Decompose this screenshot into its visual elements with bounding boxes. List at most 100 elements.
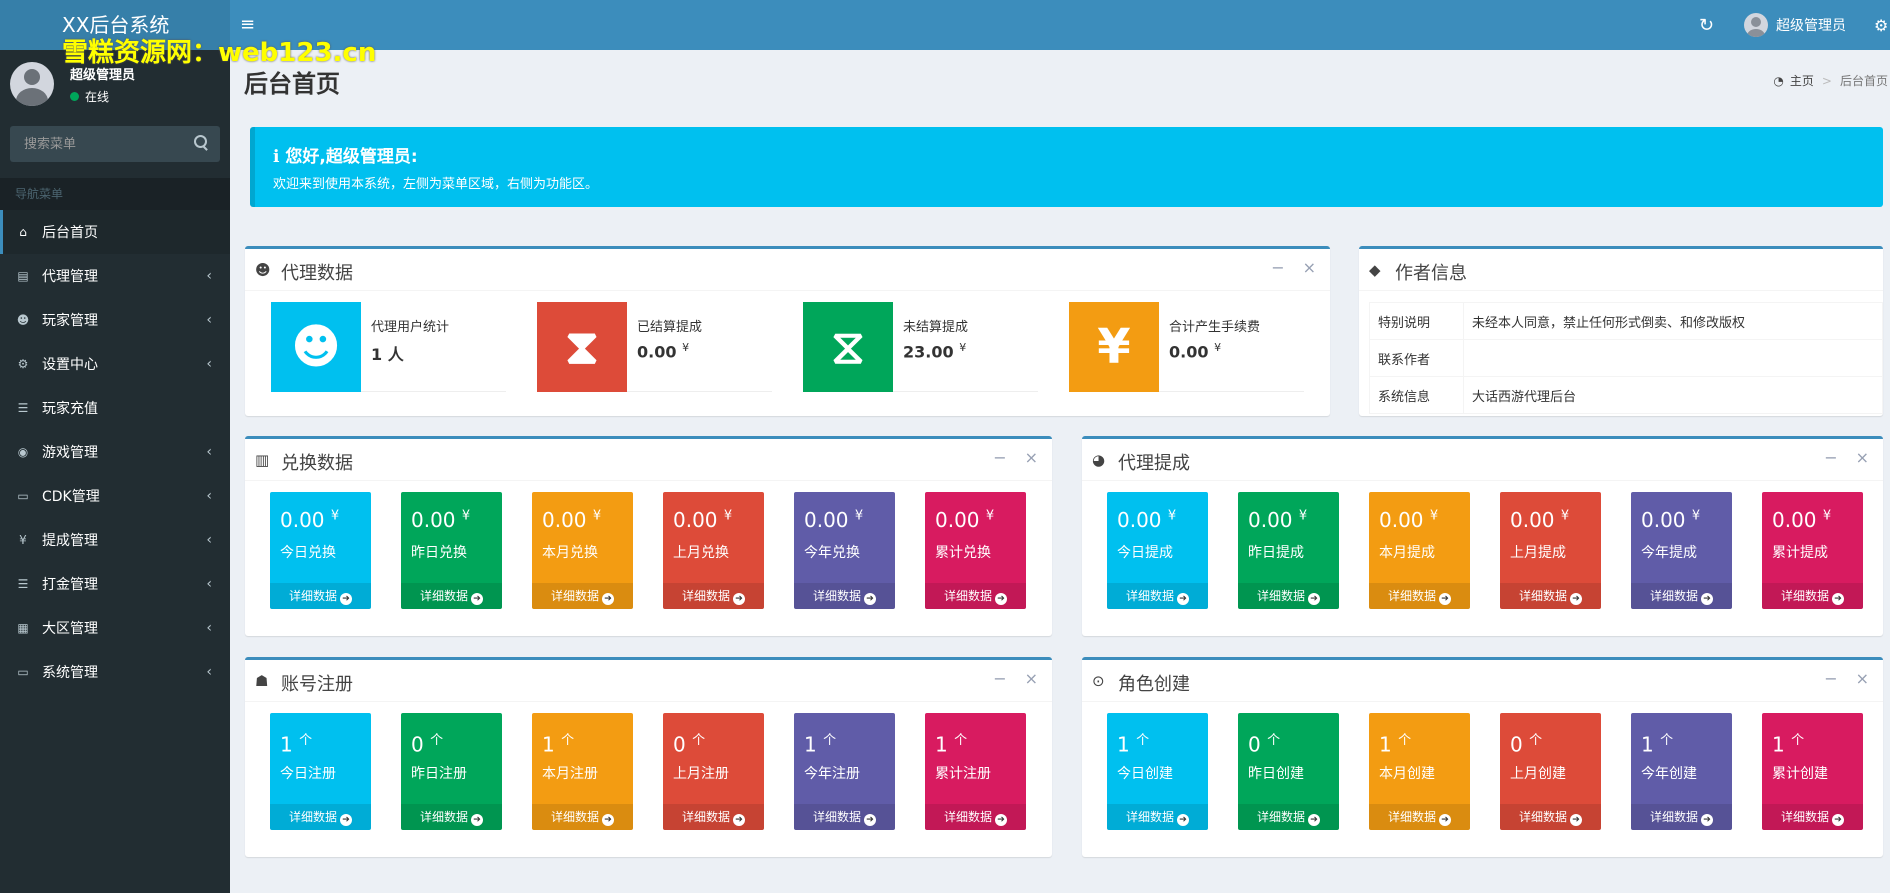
- close-icon[interactable]: ×: [1303, 258, 1316, 277]
- search-icon[interactable]: [194, 135, 208, 151]
- table-value: 大话西游代理后台: [1463, 376, 1883, 414]
- collapse-icon[interactable]: −: [1824, 448, 1837, 467]
- collapse-icon[interactable]: −: [1271, 258, 1284, 277]
- unit-text: 个: [1791, 733, 1805, 748]
- detail-link[interactable]: 详细数据 ➔: [663, 804, 764, 830]
- small-box: 0 个 昨日注册 详细数据 ➔: [401, 713, 502, 830]
- small-box: 1 个 今日注册 详细数据 ➔: [270, 713, 371, 830]
- sidebar-item-label: 代理管理: [42, 269, 98, 285]
- value-text: 0.00: [1641, 508, 1686, 532]
- detail-link[interactable]: 详细数据 ➔: [1369, 804, 1470, 830]
- small-box-value: 0 个: [411, 729, 443, 757]
- user-menu[interactable]: 超级管理员: [1744, 13, 1846, 37]
- small-box-value: 0.00 ¥: [542, 508, 601, 532]
- chevron-left-icon: ‹: [206, 576, 212, 592]
- breadcrumb-separator: >: [1821, 73, 1832, 88]
- arrow-circle-right-icon: ➔: [733, 593, 745, 605]
- unit-text: 个: [692, 733, 706, 748]
- close-icon[interactable]: ×: [1856, 669, 1869, 688]
- detail-link[interactable]: 详细数据 ➔: [1369, 583, 1470, 609]
- author-info-box: ◆ 作者信息 特别说明 未经本人同意，禁止任何形式倒卖、和修改版权 联系作者 系统…: [1359, 246, 1883, 416]
- collapse-icon[interactable]: −: [993, 669, 1006, 688]
- menu-icon: ☰: [17, 577, 29, 591]
- sidebar-item-9[interactable]: ▦ 大区管理 ‹: [0, 606, 230, 650]
- info-box-agent-users: ☻ 代理用户统计 1 人: [271, 302, 506, 392]
- detail-link[interactable]: 详细数据 ➔: [401, 804, 502, 830]
- info-box-value: 1 人: [371, 341, 496, 365]
- detail-label: 详细数据: [1518, 810, 1567, 824]
- detail-link[interactable]: 详细数据 ➔: [1500, 804, 1601, 830]
- unit-text: ¥: [985, 508, 995, 524]
- chevron-left-icon: ‹: [206, 268, 212, 284]
- unit-text: ¥: [461, 508, 471, 524]
- detail-link[interactable]: 详细数据 ➔: [401, 583, 502, 609]
- table-value: [1463, 339, 1883, 377]
- small-box: 0.00 ¥ 本月兑换 详细数据 ➔: [532, 492, 633, 609]
- sidebar-item-3[interactable]: ⚙ 设置中心 ‹: [0, 342, 230, 386]
- sidebar-item-5[interactable]: ◉ 游戏管理 ‹: [0, 430, 230, 474]
- box-header: ⊙ 角色创建 − ×: [1082, 660, 1883, 702]
- unit-text: 个: [299, 733, 313, 748]
- menu-icon: ▭: [17, 665, 29, 679]
- dashboard-icon: ◔: [1773, 73, 1784, 88]
- small-box-label: 本月注册: [542, 766, 598, 782]
- close-icon[interactable]: ×: [1856, 448, 1869, 467]
- table-value: 未经本人同意，禁止任何形式倒卖、和修改版权: [1463, 302, 1883, 340]
- collapse-icon[interactable]: −: [993, 448, 1006, 467]
- close-icon[interactable]: ×: [1025, 669, 1038, 688]
- detail-link[interactable]: 详细数据 ➔: [1238, 583, 1339, 609]
- sidebar-item-7[interactable]: ¥ 提成管理 ‹: [0, 518, 230, 562]
- sidebar-item-10[interactable]: ▭ 系统管理 ‹: [0, 650, 230, 694]
- small-box: 0.00 ¥ 本月提成 详细数据 ➔: [1369, 492, 1470, 609]
- detail-link[interactable]: 详细数据 ➔: [794, 583, 895, 609]
- info-box-value: 23.00 ¥: [903, 341, 1028, 361]
- small-box-label: 上月创建: [1510, 766, 1566, 782]
- sidebar-item-0[interactable]: ⌂ 后台首页: [0, 210, 230, 254]
- sidebar-search: [10, 126, 220, 162]
- detail-link[interactable]: 详细数据 ➔: [1238, 804, 1339, 830]
- small-box: 0.00 ¥ 今日兑换 详细数据 ➔: [270, 492, 371, 609]
- detail-link[interactable]: 详细数据 ➔: [1631, 583, 1732, 609]
- refresh-icon[interactable]: ↻: [1699, 15, 1714, 36]
- search-input[interactable]: [10, 126, 180, 162]
- info-box-value: 0.00 ¥: [637, 341, 762, 361]
- detail-link[interactable]: 详细数据 ➔: [925, 583, 1026, 609]
- box-header: ◆ 作者信息: [1359, 249, 1883, 291]
- detail-link[interactable]: 详细数据 ➔: [532, 583, 633, 609]
- close-icon[interactable]: ×: [1025, 448, 1038, 467]
- detail-link[interactable]: 详细数据 ➔: [1107, 804, 1208, 830]
- small-box-label: 本月创建: [1379, 766, 1435, 782]
- value-text: 1: [1772, 732, 1785, 757]
- breadcrumb-home[interactable]: 主页: [1790, 72, 1814, 89]
- detail-label: 详细数据: [1125, 589, 1174, 603]
- box-tools: − ×: [1253, 258, 1316, 277]
- sidebar-item-1[interactable]: ▤ 代理管理 ‹: [0, 254, 230, 298]
- small-box-label: 上月提成: [1510, 545, 1566, 561]
- detail-link[interactable]: 详细数据 ➔: [1107, 583, 1208, 609]
- gears-icon[interactable]: ⚙: [1874, 16, 1890, 35]
- sidebar-item-8[interactable]: ☰ 打金管理 ‹: [0, 562, 230, 606]
- detail-link[interactable]: 详细数据 ➔: [1762, 583, 1863, 609]
- value-text: 0.00: [1510, 508, 1555, 532]
- info-box-value: 0.00 ¥: [1169, 341, 1294, 361]
- detail-link[interactable]: 详细数据 ➔: [1500, 583, 1601, 609]
- detail-link[interactable]: 详细数据 ➔: [794, 804, 895, 830]
- detail-link[interactable]: 详细数据 ➔: [925, 804, 1026, 830]
- sidebar-item-6[interactable]: ▭ CDK管理 ‹: [0, 474, 230, 518]
- collapse-icon[interactable]: −: [1824, 669, 1837, 688]
- sidebar-item-4[interactable]: ☰ 玩家充值: [0, 386, 230, 430]
- sidebar-item-2[interactable]: ☻ 玩家管理 ‹: [0, 298, 230, 342]
- breadcrumb: ◔ 主页 > 后台首页: [1773, 72, 1888, 89]
- info-box-content: 合计产生手续费 0.00 ¥: [1159, 302, 1304, 392]
- detail-link[interactable]: 详细数据 ➔: [270, 804, 371, 830]
- detail-link[interactable]: 详细数据 ➔: [1631, 804, 1732, 830]
- chevron-left-icon: ‹: [206, 488, 212, 504]
- small-box-value: 1 个: [280, 729, 312, 757]
- detail-link[interactable]: 详细数据 ➔: [663, 583, 764, 609]
- tags-icon: ◆: [1369, 261, 1381, 279]
- detail-link[interactable]: 详细数据 ➔: [1762, 804, 1863, 830]
- detail-link[interactable]: 详细数据 ➔: [532, 804, 633, 830]
- table-row: 系统信息 大话西游代理后台: [1369, 376, 1883, 414]
- breadcrumb-current: 后台首页: [1839, 74, 1888, 88]
- detail-link[interactable]: 详细数据 ➔: [270, 583, 371, 609]
